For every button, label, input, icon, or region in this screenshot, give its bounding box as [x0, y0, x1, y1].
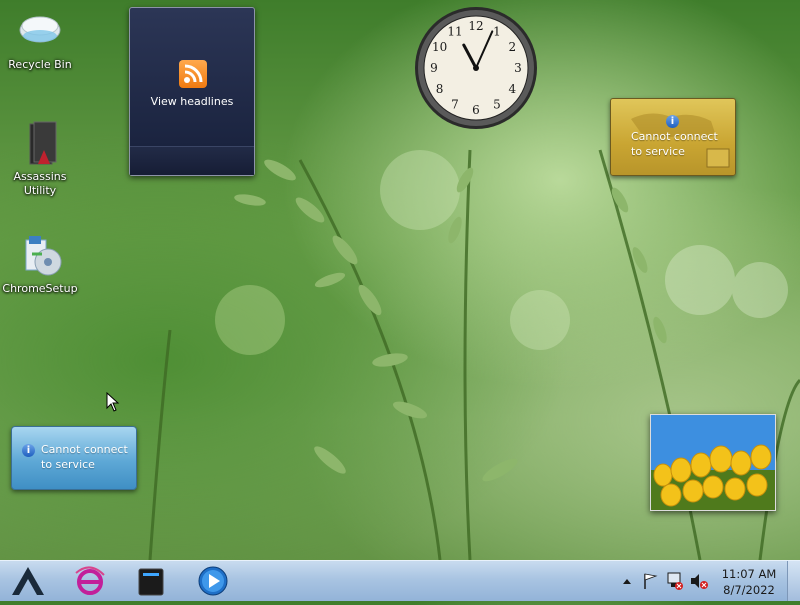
desktop-icon-label: Recycle Bin [8, 58, 72, 71]
start-button[interactable] [8, 563, 48, 599]
clock-number: 8 [436, 82, 444, 96]
recycle-bin-icon [16, 8, 64, 56]
storage-drive-icon [138, 568, 164, 596]
currency-gadget[interactable]: i Cannot connect to service [610, 98, 736, 176]
taskbar-media-player[interactable] [193, 563, 233, 599]
clock-number: 4 [509, 82, 517, 96]
chrome-setup-icon [16, 232, 64, 280]
rss-icon [179, 60, 207, 88]
desktop-icon-assassins-utility[interactable]: Assassins Utility [2, 120, 78, 198]
network-disconnected-icon[interactable] [667, 572, 683, 590]
clock-number: 2 [509, 40, 517, 54]
rss-gadget-footer [130, 146, 254, 175]
taskbar-date: 8/7/2022 [723, 583, 775, 597]
start-logo-icon [12, 567, 44, 595]
info-icon: i [666, 115, 679, 128]
taskbar-internet-explorer[interactable] [70, 563, 110, 599]
desktop-icon-label: ChromeSetup [2, 282, 78, 295]
assassins-utility-icon [16, 120, 64, 168]
system-tray [618, 561, 710, 601]
rss-feed-gadget[interactable]: View headlines [129, 7, 255, 176]
taskbar-storage-drive[interactable] [131, 563, 171, 599]
clock-number: 12 [468, 19, 483, 33]
clock-number: 7 [451, 97, 459, 111]
slideshow-gadget[interactable] [650, 414, 776, 511]
info-icon: i [22, 444, 35, 457]
desktop-icon-recycle-bin[interactable]: Recycle Bin [2, 8, 78, 72]
clock-number: 6 [472, 103, 480, 117]
show-hidden-icons-arrow[interactable] [623, 579, 631, 584]
action-center-flag-icon[interactable] [644, 573, 658, 589]
view-headlines-label[interactable]: View headlines [130, 95, 254, 108]
yellow-tulips-photo [651, 415, 775, 510]
taskbar-clock[interactable]: 11:07 AM 8/7/2022 [712, 566, 786, 598]
taskbar: 11:07 AM 8/7/2022 [0, 560, 800, 601]
volume-muted-icon[interactable] [691, 574, 708, 589]
clock-number: 1 [493, 25, 501, 39]
desktop-icon-label: Assassins Utility [13, 170, 67, 197]
clock-number: 5 [493, 97, 501, 111]
desktop-icon-chrome-setup[interactable]: ChromeSetup [2, 232, 78, 296]
internet-explorer-icon [75, 566, 105, 595]
weather-gadget[interactable]: i Cannot connect to service [11, 426, 137, 490]
clock-number: 10 [432, 40, 447, 54]
currency-error-message: Cannot connect to service [631, 130, 718, 158]
clock-gadget[interactable]: 12 1 2 3 4 5 6 7 8 9 10 11 [413, 5, 539, 131]
show-desktop-button[interactable] [787, 561, 800, 601]
clock-number: 11 [447, 25, 462, 39]
weather-error-message: Cannot connect to service [41, 443, 128, 471]
taskbar-time: 11:07 AM [721, 567, 777, 581]
mouse-cursor-icon [106, 392, 120, 412]
clock-number: 9 [430, 61, 438, 75]
media-player-icon [198, 566, 228, 596]
clock-number: 3 [514, 61, 522, 75]
